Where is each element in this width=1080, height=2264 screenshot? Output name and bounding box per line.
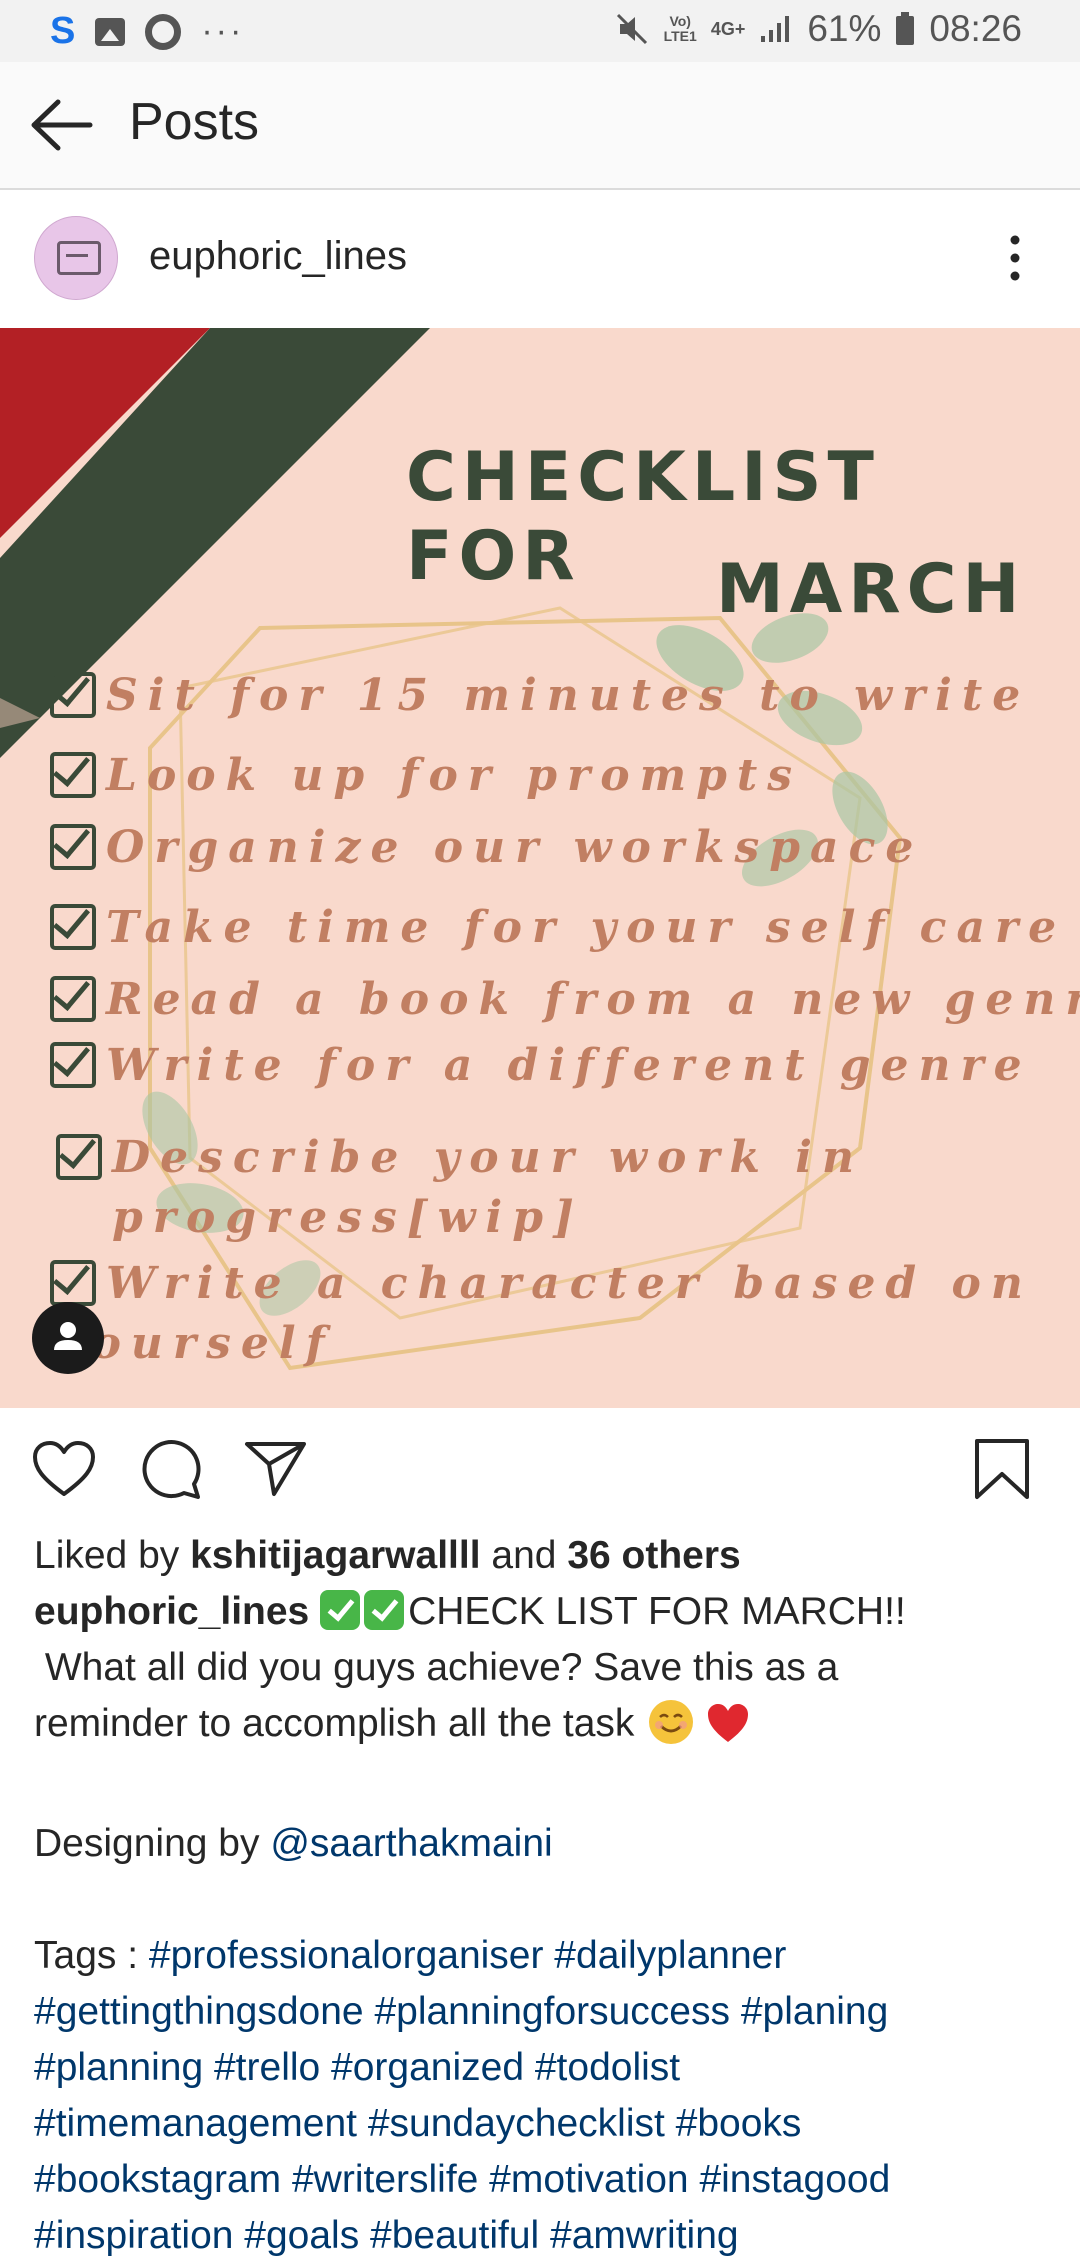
hashtag-link[interactable]: #gettingthingsdone #planningforsuccess #…: [34, 1984, 1054, 2040]
post-image[interactable]: CHECKLIST FOR MARCH Sit for 15 minutes t…: [0, 328, 1080, 1408]
hashtag-link[interactable]: #timemanagement #sundaychecklist #books: [34, 2096, 1054, 2152]
like-heart-icon[interactable]: [32, 1440, 96, 1503]
battery-icon: [895, 12, 915, 46]
checklist-item: Take time for your self care: [50, 898, 1066, 958]
volte-indicator: Vo) LTE1: [663, 13, 697, 44]
caption-text-line: What all did you guys achieve? Save this…: [34, 1646, 839, 1689]
signal-icon: [759, 14, 793, 44]
designer-credit: Designing by @saarthakmaini: [34, 1822, 553, 1865]
hashtag-link[interactable]: #planning #trello #organized #todolist: [34, 2040, 1054, 2096]
checklist-item: Write for a different genre: [50, 1036, 1032, 1096]
checklist-item: Look up for prompts: [50, 746, 802, 806]
checklist-item: Sit for 15 minutes to write: [50, 666, 1030, 726]
app-header: Posts: [0, 62, 1080, 190]
tags-line: Tags : #professionalorganiser #dailyplan…: [34, 1934, 787, 1977]
bookmark-save-icon[interactable]: [974, 1438, 1030, 1505]
likes-count[interactable]: 36 others: [567, 1534, 740, 1577]
share-send-icon[interactable]: [244, 1440, 308, 1503]
checklist-item: Read a book from a new genre: [50, 970, 1080, 1030]
caption-text-line: reminder to accomplish all the task: [34, 1696, 1054, 1760]
battery-percent: 61%: [807, 8, 882, 49]
checkbox-icon: [50, 752, 96, 798]
more-notifications-icon: ···: [201, 12, 245, 50]
checkbox-icon: [50, 976, 96, 1022]
checkbox-icon: [50, 1260, 96, 1306]
caption-area: Liked by kshitijagarwallll and 36 others…: [34, 1528, 1054, 2264]
hashtag-link[interactable]: #inspiration #goals #beautiful #amwritin…: [34, 2208, 1054, 2264]
image-title-line2: MARCH: [716, 550, 1026, 629]
checklist-item: Write a character based on yourself: [50, 1254, 1033, 1374]
checklist-item: Organize our workspace: [50, 818, 923, 878]
red-heart-emoji-icon: [706, 1702, 750, 1760]
network-type-indicator: 4G+: [710, 18, 746, 39]
checklist-item: Describe your work in progress[wip]: [56, 1128, 864, 1248]
back-arrow-icon[interactable]: [28, 98, 94, 152]
clock: 08:26: [929, 8, 1022, 49]
checkbox-icon: [50, 904, 96, 950]
check-mark-emoji-icon: [320, 1590, 361, 1630]
tagged-people-button[interactable]: [32, 1302, 104, 1374]
smiling-face-emoji-icon: [649, 1700, 694, 1744]
hashtag-link[interactable]: #bookstagram #writerslife #motivation #i…: [34, 2152, 1054, 2208]
hashtag-link[interactable]: #professionalorganiser #dailyplanner: [149, 1934, 786, 1977]
likes-summary[interactable]: Liked by kshitijagarwallll and 36 others: [34, 1528, 1054, 1584]
check-mark-emoji-icon: [364, 1590, 405, 1630]
mute-icon: [616, 13, 650, 45]
checkbox-icon: [50, 672, 96, 718]
comment-icon[interactable]: [140, 1440, 202, 1505]
checkbox-icon: [50, 1042, 96, 1088]
liked-by-user[interactable]: kshitijagarwallll: [190, 1534, 480, 1577]
designer-mention-link[interactable]: @saarthakmaini: [270, 1822, 552, 1865]
post-username[interactable]: euphoric_lines: [149, 234, 407, 279]
caption-username[interactable]: euphoric_lines: [34, 1590, 309, 1633]
caption-first-line: euphoric_lines CHECK LIST FOR MARCH!!: [34, 1590, 906, 1633]
page-title: Posts: [129, 93, 260, 151]
action-bar: [0, 1408, 1080, 1538]
status-bar: S ··· Vo) LTE1 4G+ 61% 08:26: [0, 0, 1080, 62]
post-header: euphoric_lines: [0, 190, 1080, 326]
gallery-icon: [95, 17, 126, 46]
person-icon: [54, 1322, 82, 1350]
s-app-icon: S: [50, 10, 76, 52]
avatar[interactable]: [34, 216, 118, 300]
checkbox-icon: [50, 824, 96, 870]
more-options-icon[interactable]: [1000, 234, 1030, 282]
checkbox-icon: [56, 1134, 102, 1180]
circle-notification-icon: [145, 13, 182, 50]
typewriter-logo-icon: [57, 241, 101, 275]
